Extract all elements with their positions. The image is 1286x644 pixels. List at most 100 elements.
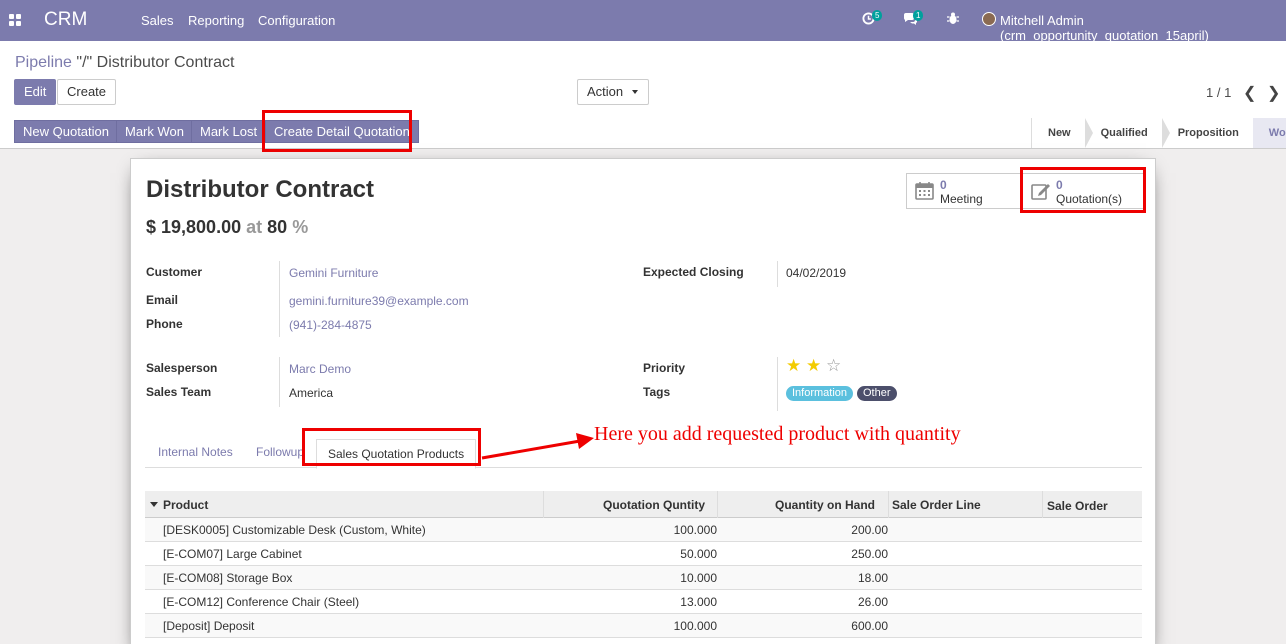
create-button[interactable]: Create xyxy=(57,79,117,105)
pager-previous-icon[interactable]: ❮ xyxy=(1243,83,1256,103)
stage-new[interactable]: New xyxy=(1032,118,1093,148)
table-row[interactable]: [DESK0005] Customizable Desk (Custom, Wh… xyxy=(145,518,1142,542)
cell-quantity-on-hand: 200.00 xyxy=(851,523,888,537)
cell-product: [Deposit] Deposit xyxy=(163,619,255,633)
col-quotation-quantity[interactable]: Quotation Quntity xyxy=(603,498,705,512)
phone-field[interactable]: (941)-284-4875 xyxy=(289,318,372,332)
pager-next-icon[interactable]: ❯ xyxy=(1267,83,1280,103)
breadcrumb: Pipeline "/" Distributor Contract xyxy=(15,54,234,72)
tab-sales-quotation-products[interactable]: Sales Quotation Products xyxy=(316,439,477,469)
calendar-icon xyxy=(915,182,934,200)
table-body: [DESK0005] Customizable Desk (Custom, Wh… xyxy=(145,518,1142,638)
cell-product: [E-COM07] Large Cabinet xyxy=(163,547,302,561)
expected-closing-label: Expected Closing xyxy=(643,265,744,279)
priority-label: Priority xyxy=(643,361,686,375)
cell-quotation-quantity: 100.000 xyxy=(673,619,717,633)
star-icon[interactable]: ★ xyxy=(786,356,801,376)
cell-product: [DESK0005] Customizable Desk (Custom, Wh… xyxy=(163,523,426,537)
star-icon[interactable]: ☆ xyxy=(826,356,841,376)
user-menu[interactable]: Mitchell Admin (crm_opportunity_quotatio… xyxy=(1000,13,1286,43)
customer-field[interactable]: Gemini Furniture xyxy=(289,266,378,280)
table-row[interactable]: [E-COM07] Large Cabinet 50.000 250.00 xyxy=(145,542,1142,566)
col-quantity-on-hand[interactable]: Quantity on Hand xyxy=(775,498,875,512)
breadcrumb-separator: "/" xyxy=(71,54,97,71)
cell-product: [E-COM12] Conference Chair (Steel) xyxy=(163,595,360,609)
stage-proposition[interactable]: Proposition xyxy=(1162,118,1261,148)
star-icon[interactable]: ★ xyxy=(806,356,821,376)
annotation-text: Here you add requested product with quan… xyxy=(594,423,961,445)
email-label: Email xyxy=(146,293,179,307)
message-badge: 1 xyxy=(913,10,924,21)
breadcrumb-current: Distributor Contract xyxy=(96,54,235,71)
stage-qualified-label: Qualified xyxy=(1100,127,1148,139)
top-navbar: CRM Sales Reporting Configuration 5 1 Mi… xyxy=(0,0,1286,43)
action-dropdown[interactable]: Action xyxy=(577,79,650,105)
cell-quantity-on-hand: 600.00 xyxy=(851,619,888,633)
customer-label: Customer xyxy=(146,265,203,279)
pager-value[interactable]: 1 / 1 xyxy=(1206,85,1231,100)
avatar[interactable] xyxy=(982,12,996,26)
col-sale-order-line[interactable]: Sale Order Line xyxy=(892,498,981,512)
mark-won-button[interactable]: Mark Won xyxy=(116,120,193,143)
cell-quotation-quantity: 13.000 xyxy=(680,595,717,609)
table-row[interactable]: [E-COM08] Storage Box 10.000 18.00 xyxy=(145,566,1142,590)
col-sale-order[interactable]: Sale Order xyxy=(1047,499,1108,513)
expected-closing-field[interactable]: 04/02/2019 xyxy=(786,266,846,280)
cell-quantity-on-hand: 18.00 xyxy=(857,571,888,585)
tag-other[interactable]: Other xyxy=(857,386,897,401)
email-field[interactable]: gemini.furniture39@example.com xyxy=(289,294,469,308)
table-row[interactable]: [Deposit] Deposit 100.000 600.00 xyxy=(145,614,1142,638)
mark-lost-button[interactable]: Mark Lost xyxy=(191,120,267,143)
expected-revenue: $ 19,800.00 at 80 % xyxy=(146,217,308,238)
breadcrumb-pipeline[interactable]: Pipeline xyxy=(15,54,72,71)
quotations-stat-button[interactable]: 0 Quotation(s) xyxy=(1022,173,1144,209)
new-quotation-button[interactable]: New Quotation xyxy=(14,120,118,143)
revenue-amount: $ 19,800.00 xyxy=(146,217,242,237)
app-brand[interactable]: CRM xyxy=(44,9,87,31)
action-label: Action xyxy=(587,84,624,99)
cell-quantity-on-hand: 250.00 xyxy=(851,547,888,561)
menu-configuration[interactable]: Configuration xyxy=(258,13,335,28)
sort-caret-icon[interactable] xyxy=(150,502,158,507)
table-header: Product Quotation Quntity Quantity on Ha… xyxy=(145,491,1142,518)
tab-internal-notes[interactable]: Internal Notes xyxy=(158,445,233,459)
col-product[interactable]: Product xyxy=(163,498,208,512)
meeting-stat-button[interactable]: 0 Meeting xyxy=(906,173,1022,209)
products-table: Product Quotation Quntity Quantity on Ha… xyxy=(145,491,1142,638)
phone-label: Phone xyxy=(146,317,183,331)
stage-new-label: New xyxy=(1048,127,1071,139)
menu-sales[interactable]: Sales xyxy=(141,13,174,28)
cell-quotation-quantity: 100.000 xyxy=(673,523,717,537)
annotation-arrow-icon xyxy=(481,433,594,460)
record-title: Distributor Contract xyxy=(146,176,374,203)
tab-followup[interactable]: Followup xyxy=(256,445,304,459)
edit-icon xyxy=(1031,184,1050,200)
probability-percent: % xyxy=(292,217,309,237)
menu-reporting[interactable]: Reporting xyxy=(188,13,244,28)
apps-menu-icon[interactable] xyxy=(9,14,21,26)
probability-value: 80 xyxy=(267,217,288,237)
caret-down-icon xyxy=(632,90,639,94)
control-panel: Pipeline "/" Distributor Contract Edit C… xyxy=(0,41,1286,149)
meeting-label: Meeting xyxy=(940,192,983,206)
stage-qualified[interactable]: Qualified xyxy=(1085,118,1170,148)
form-sheet: Distributor Contract $ 19,800.00 at 80 %… xyxy=(130,158,1156,644)
debug-icon[interactable] xyxy=(947,12,959,28)
activity-badge: 5 xyxy=(872,10,883,21)
stage-won[interactable]: Won xyxy=(1252,118,1286,148)
cell-quantity-on-hand: 26.00 xyxy=(857,595,888,609)
sales-team-field[interactable]: America xyxy=(289,386,333,400)
activity-menu[interactable]: 5 xyxy=(862,10,883,28)
cell-quotation-quantity: 50.000 xyxy=(680,547,717,561)
create-detail-quotation-button[interactable]: Create Detail Quotation xyxy=(265,120,419,143)
stage-statusbar: New Qualified Proposition Won xyxy=(1031,118,1286,148)
salesperson-label: Salesperson xyxy=(146,361,218,375)
stage-won-label: Won xyxy=(1268,127,1286,139)
quotation-count: 0 xyxy=(1056,178,1063,192)
salesperson-field[interactable]: Marc Demo xyxy=(289,362,351,376)
cell-quotation-quantity: 10.000 xyxy=(680,571,717,585)
tag-information[interactable]: Information xyxy=(786,386,854,401)
edit-button[interactable]: Edit xyxy=(14,79,57,105)
messaging-menu[interactable]: 1 xyxy=(903,10,924,28)
table-row[interactable]: [E-COM12] Conference Chair (Steel) 13.000… xyxy=(145,590,1142,614)
